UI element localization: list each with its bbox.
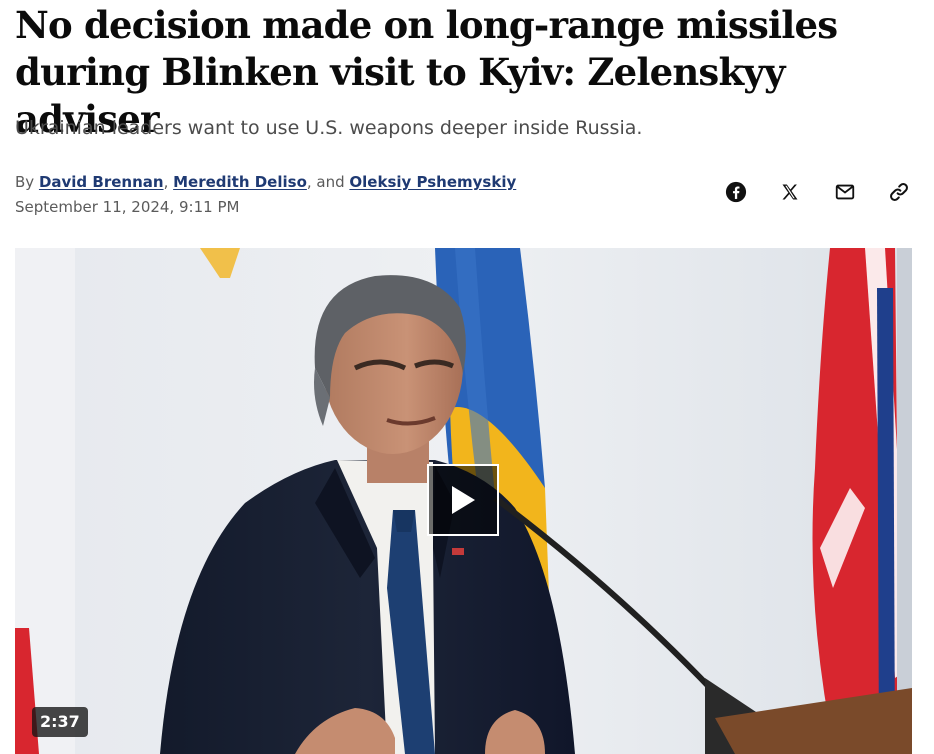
uk-flag <box>812 248 912 754</box>
facebook-icon <box>725 181 747 203</box>
x-icon <box>782 184 798 200</box>
x-share-button[interactable] <box>774 178 806 206</box>
play-icon <box>452 486 475 514</box>
email-share-button[interactable] <box>829 178 861 206</box>
byline-separator: , <box>163 173 174 191</box>
video-play-button[interactable] <box>427 464 499 536</box>
author-link-david-brennan[interactable]: David Brennan <box>39 173 164 191</box>
byline: By David Brennan, Meredith Deliso, and O… <box>15 171 516 193</box>
author-link-meredith-deliso[interactable]: Meredith Deliso <box>173 173 307 191</box>
email-icon <box>835 184 854 200</box>
publish-timestamp: September 11, 2024, 9:11 PM <box>15 198 240 216</box>
byline-prefix: By <box>15 173 39 191</box>
article-page: No decision made on long-range missiles … <box>0 0 934 754</box>
article-subheadline: Ukrainian leaders want to use U.S. weapo… <box>15 117 643 139</box>
byline-conjunction: , and <box>306 173 350 191</box>
share-bar <box>720 178 915 206</box>
link-icon <box>890 183 908 201</box>
video-duration-badge: 2:37 <box>32 707 88 737</box>
facebook-share-button[interactable] <box>720 178 752 206</box>
video-player[interactable]: 2:37 <box>15 248 912 754</box>
author-link-oleksiy-pshemyskiy[interactable]: Oleksiy Pshemyskiy <box>349 173 516 191</box>
copy-link-button[interactable] <box>883 178 915 206</box>
